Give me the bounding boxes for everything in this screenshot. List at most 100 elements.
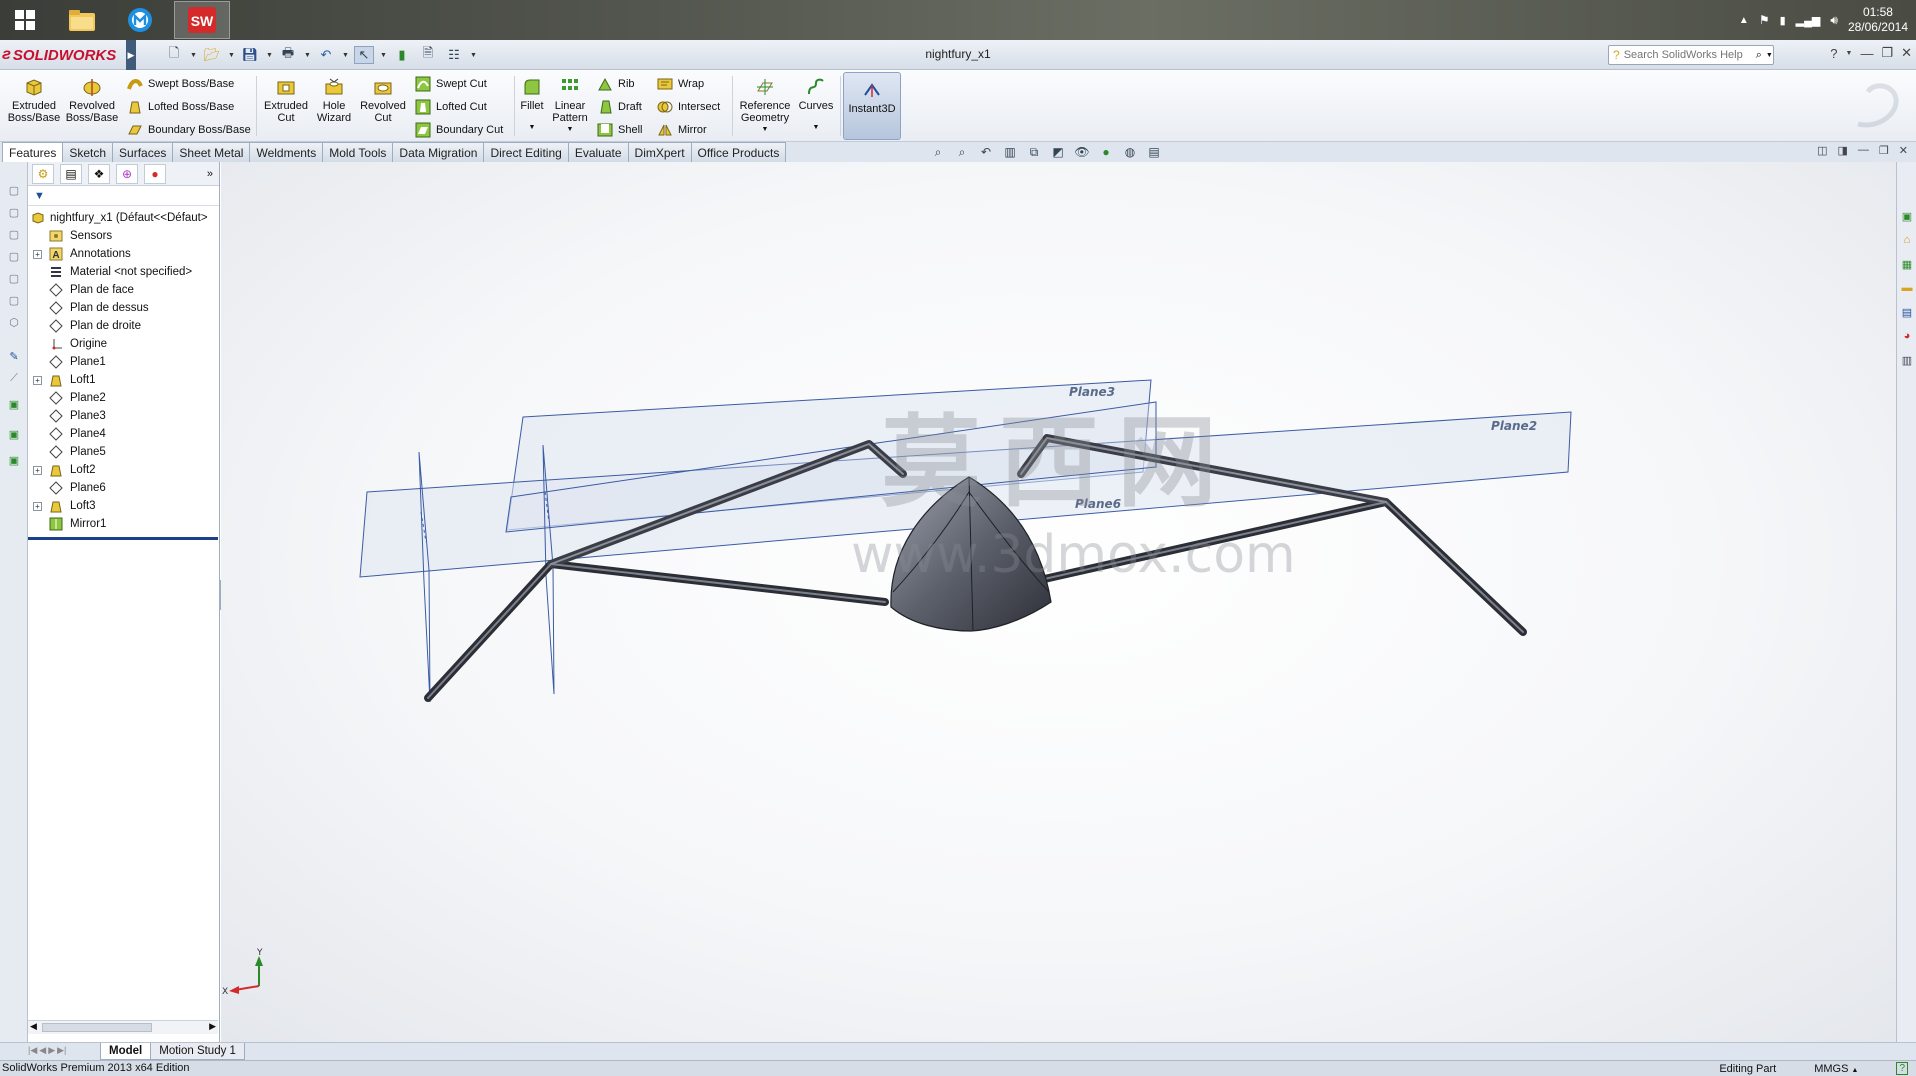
prev-tab-icon[interactable]: ◀ xyxy=(39,1045,46,1056)
zoom-to-fit-icon[interactable]: ⌕ xyxy=(930,144,946,160)
tab-features[interactable]: Features xyxy=(2,142,64,162)
scroll-left-icon[interactable]: ◀ xyxy=(30,1021,37,1032)
first-tab-icon[interactable]: |◀ xyxy=(28,1045,37,1056)
top-view-icon[interactable]: ▢ xyxy=(6,270,22,286)
restore-icon[interactable]: ❐ xyxy=(1879,144,1889,157)
solidworks-resources-icon[interactable]: ▣ xyxy=(1899,208,1915,224)
tree-item-mirror1[interactable]: Mirror1 xyxy=(28,515,219,533)
bottom-view-icon[interactable]: ▢ xyxy=(6,292,22,308)
left-view-icon[interactable]: ▢ xyxy=(6,226,22,242)
minimize-icon[interactable]: — xyxy=(1860,46,1873,61)
folder-icon[interactable]: ▬ xyxy=(1899,280,1915,296)
reference-geometry-button[interactable]: Reference Geometry ▼ xyxy=(736,76,794,136)
tab-mold-tools[interactable]: Mold Tools xyxy=(322,142,394,162)
feature-tree-tab-icon[interactable]: ⚙︎ xyxy=(32,163,54,184)
tree-item-plan-de-dessus[interactable]: Plan de dessus xyxy=(28,299,219,317)
status-help-icon[interactable]: ? xyxy=(1896,1062,1908,1075)
linear-pattern-button[interactable]: Linear Pattern ▼ xyxy=(550,76,590,136)
previous-view-icon[interactable]: ↶ xyxy=(978,144,994,160)
extruded-cut-button[interactable]: Extruded Cut xyxy=(260,76,312,136)
scrollbar-thumb[interactable] xyxy=(42,1023,152,1032)
expand-icon[interactable]: + xyxy=(33,465,42,475)
tree-item-plane2[interactable]: Plane2 xyxy=(28,389,219,407)
chevron-down-icon[interactable]: ▼ xyxy=(342,52,349,59)
tab-weldments[interactable]: Weldments xyxy=(249,142,324,162)
boundary-cut-button[interactable]: Boundary Cut xyxy=(414,120,503,140)
signal-icon[interactable]: ▂▄▆ xyxy=(1796,14,1821,27)
file-properties-icon[interactable]: 🗎 xyxy=(418,45,438,64)
lofted-cut-button[interactable]: Lofted Cut xyxy=(414,97,487,117)
search-icon[interactable]: ⌕ xyxy=(1756,49,1762,62)
solidworks-logo[interactable]: ƨ SOLIDWORKS xyxy=(2,44,116,66)
minimize-icon[interactable]: — xyxy=(1858,144,1869,157)
display-style-icon[interactable]: ◩ xyxy=(1050,144,1066,160)
volume-icon[interactable]: 🔊︎ xyxy=(1830,13,1838,28)
units-selector[interactable]: MMGS ▲ xyxy=(1814,1063,1858,1075)
tree-item-annotations[interactable]: + A Annotations xyxy=(28,245,219,263)
custom-properties-icon[interactable]: ▥ xyxy=(1899,352,1915,368)
chevron-down-icon[interactable]: ▼ xyxy=(762,124,769,136)
right-view-icon[interactable]: ▢ xyxy=(6,248,22,264)
draft-button[interactable]: Draft xyxy=(596,97,642,117)
battery-icon[interactable]: ▮ xyxy=(1780,14,1786,27)
tab-direct-editing[interactable]: Direct Editing xyxy=(483,142,569,162)
revolved-boss-button[interactable]: Revolved Boss/Base xyxy=(66,76,118,136)
design-library-icon[interactable]: ⌂ xyxy=(1899,232,1915,248)
zoom-to-area-icon[interactable]: ⌕ xyxy=(954,144,970,160)
help-search-box[interactable]: ? ⌕ ▼ xyxy=(1608,45,1774,65)
undo-icon[interactable]: ↶ xyxy=(316,46,336,64)
open-folder-icon[interactable]: 📂︎ xyxy=(202,46,222,64)
appearances-icon[interactable]: ◕ xyxy=(1899,328,1915,344)
property-manager-tab-icon[interactable]: ▤ xyxy=(60,163,82,184)
view-orientation-icon[interactable]: ⧉ xyxy=(1026,144,1042,160)
isometric-view-icon[interactable]: ⬡ xyxy=(6,314,22,330)
feature-tree-filter[interactable]: ▼ xyxy=(28,186,219,206)
chevron-down-icon[interactable]: ▼ xyxy=(567,124,574,136)
file-explorer-icon[interactable]: ▦ xyxy=(1899,256,1915,272)
chevron-down-icon[interactable]: ▼ xyxy=(190,52,197,59)
taskbar-solidworks-button[interactable]: SW xyxy=(174,1,230,39)
graphics-area[interactable]: Plane3 Plane2 Plane6 莫西网 www.3dmox.com Y… xyxy=(221,162,1896,1042)
expand-icon[interactable]: + xyxy=(33,501,42,511)
chevron-down-icon[interactable]: ▼ xyxy=(1846,50,1853,57)
expand-icon[interactable]: + xyxy=(33,375,42,385)
tray-expand-icon[interactable]: ▲ xyxy=(1739,15,1749,26)
mirror-button[interactable]: Mirror xyxy=(656,120,707,140)
reference-icon[interactable]: ▣ xyxy=(6,426,22,442)
select-arrow-icon[interactable]: ↖ xyxy=(354,46,374,64)
print-icon[interactable]: 🖶 xyxy=(278,45,298,64)
chevron-down-icon[interactable]: ▼ xyxy=(529,122,536,134)
tree-item-loft1[interactable]: + Loft1 xyxy=(28,371,219,389)
tab-surfaces[interactable]: Surfaces xyxy=(112,142,174,162)
tree-item-loft3[interactable]: + Loft3 xyxy=(28,497,219,515)
tab-model[interactable]: Model xyxy=(100,1043,152,1060)
sketch-icon[interactable]: ✎ xyxy=(6,348,22,364)
instant3d-button[interactable]: Instant3D xyxy=(843,72,901,140)
hide-show-items-icon[interactable]: 👁︎ xyxy=(1074,144,1090,160)
section-view-icon[interactable]: ▥ xyxy=(1002,144,1018,160)
tab-office-products[interactable]: Office Products xyxy=(690,142,787,162)
rollback-bar[interactable] xyxy=(28,537,218,540)
extruded-boss-button[interactable]: Extruded Boss/Base xyxy=(8,76,60,136)
help-search-input[interactable] xyxy=(1623,49,1752,61)
tree-item-plane6[interactable]: Plane6 xyxy=(28,479,219,497)
swept-boss-button[interactable]: Swept Boss/Base xyxy=(126,74,234,94)
tree-item-plane4[interactable]: Plane4 xyxy=(28,425,219,443)
horizontal-scrollbar[interactable]: ◀ ▶ xyxy=(28,1020,218,1034)
back-view-icon[interactable]: ▢ xyxy=(6,204,22,220)
features-icon[interactable]: ▣ xyxy=(6,396,22,412)
tab-data-migration[interactable]: Data Migration xyxy=(392,142,485,162)
tree-root-part[interactable]: nightfury_x1 (Défaut<<Défaut> xyxy=(28,209,219,227)
swept-cut-button[interactable]: Swept Cut xyxy=(414,74,487,94)
model-scene[interactable]: Plane3 Plane2 Plane6 莫西网 www.3dmox.com Y… xyxy=(221,162,1876,1042)
restore-icon[interactable]: ❐ xyxy=(1881,45,1893,61)
tab-evaluate[interactable]: Evaluate xyxy=(567,142,629,162)
new-document-icon[interactable]: 🗋 xyxy=(164,45,184,64)
close-icon[interactable]: ✕ xyxy=(1901,45,1912,61)
tree-item-plan-de-face[interactable]: Plan de face xyxy=(28,281,219,299)
tab-motion-study-1[interactable]: Motion Study 1 xyxy=(150,1043,245,1060)
rebuild-icon[interactable]: ▮ xyxy=(392,46,412,64)
options-icon[interactable]: ☷ xyxy=(444,46,464,64)
tree-item-sensors[interactable]: Sensors xyxy=(28,227,219,245)
wrap-button[interactable]: Wrap xyxy=(656,74,704,94)
